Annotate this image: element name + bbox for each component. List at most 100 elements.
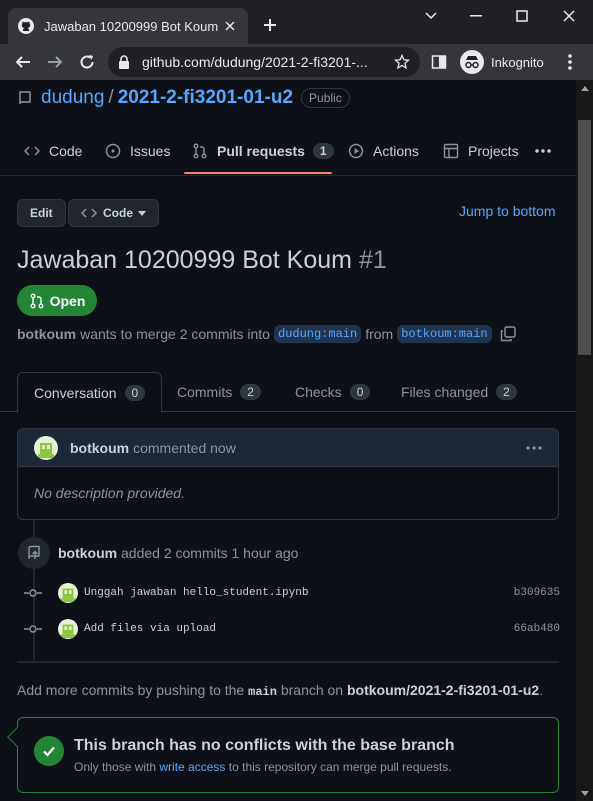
tab-commits[interactable]: Commits 2 — [177, 372, 261, 412]
hint-middle: branch on — [280, 682, 344, 698]
nav-actions[interactable]: Actions — [348, 126, 419, 176]
tab-files-changed-label: Files changed — [401, 384, 489, 400]
tab-files-changed[interactable]: Files changed 2 — [401, 372, 517, 412]
avatar[interactable] — [58, 583, 78, 603]
repo-nav: Code Issues Pull requests 1 Actions Proj… — [0, 126, 576, 176]
pr-meta: botkoum wants to merge 2 commits into du… — [17, 325, 516, 343]
back-icon[interactable] — [12, 51, 34, 73]
copy-icon[interactable] — [500, 326, 516, 342]
tab-checks-label: Checks — [295, 384, 342, 400]
address-bar[interactable]: github.com/dudung/2021-2-fi3201-... — [108, 47, 420, 77]
merge-status-box: This branch has no conflicts with the ba… — [7, 717, 559, 793]
scrollbar-thumb[interactable] — [578, 120, 591, 355]
hint-suffix: . — [539, 682, 544, 698]
table-icon — [443, 143, 459, 159]
scroll-down-icon[interactable] — [576, 785, 593, 801]
hint-repo-link[interactable]: botkoum/2021-2-fi3201-01-u2 — [347, 682, 539, 698]
commit-message-link[interactable]: Unggah jawaban hello_student.ipynb — [84, 587, 514, 599]
timeline-text: added 2 commits 1 hour ago — [121, 545, 299, 561]
code-dropdown-button[interactable]: Code — [68, 199, 159, 227]
nav-projects-label: Projects — [468, 143, 519, 159]
reload-icon[interactable] — [76, 51, 98, 73]
head-branch[interactable]: botkoum:main — [397, 325, 492, 343]
commit-sha-link[interactable]: b309635 — [514, 587, 560, 599]
edit-button[interactable]: Edit — [17, 199, 66, 227]
hint-prefix: Add more commits by pushing to the — [17, 682, 245, 698]
nav-selected-underline — [184, 172, 332, 174]
pr-state-badge: Open — [17, 285, 97, 316]
pull-request-icon — [192, 143, 208, 159]
issue-icon — [105, 143, 121, 159]
tab-conversation[interactable]: Conversation 0 — [17, 372, 163, 413]
merge-text-2: from — [365, 326, 394, 342]
merge-status-title: This branch has no conflicts with the ba… — [74, 737, 455, 754]
browser-tab[interactable]: Jawaban 10200999 Bot Koum by — [8, 8, 248, 44]
lock-icon[interactable] — [118, 55, 132, 69]
repo-header: dudung / 2021-2-fi3201-01-u2 Public — [17, 87, 350, 109]
play-icon — [348, 143, 364, 159]
base-branch[interactable]: dudung:main — [273, 325, 362, 343]
tab-commits-count: 2 — [240, 384, 261, 400]
hint-branch: main — [248, 685, 277, 699]
comment-timestamp[interactable]: commented now — [133, 440, 526, 456]
repo-name-link[interactable]: 2021-2-fi3201-01-u2 — [118, 87, 293, 109]
nav-issues-label: Issues — [130, 143, 171, 159]
add-commits-hint: Add more commits by pushing to the main … — [17, 682, 543, 699]
repo-icon — [17, 90, 33, 106]
commit-node-icon — [24, 585, 42, 601]
repo-push-icon — [18, 537, 50, 569]
pr-title-text: Jawaban 10200999 Bot Koum — [17, 246, 352, 274]
comment-author-link[interactable]: botkoum — [70, 440, 129, 456]
forward-icon[interactable] — [44, 51, 66, 73]
comment-options-icon[interactable] — [526, 440, 542, 456]
new-tab-icon[interactable] — [260, 15, 280, 35]
write-access-link[interactable]: write access — [159, 760, 225, 774]
nav-projects[interactable]: Projects — [443, 126, 519, 176]
comment-body: No description provided. — [34, 485, 185, 501]
repo-owner-link[interactable]: dudung — [41, 87, 104, 109]
scroll-up-icon[interactable] — [576, 80, 593, 96]
avatar[interactable] — [34, 435, 58, 460]
tab-close-icon[interactable] — [222, 18, 238, 34]
pr-title: Jawaban 10200999 Bot Koum #1 — [17, 246, 387, 275]
repo-separator: / — [108, 87, 114, 108]
visibility-badge: Public — [301, 88, 350, 108]
browser-menu-icon[interactable] — [562, 54, 578, 70]
pr-tabs: Conversation 0 Commits 2 Checks 0 Files … — [0, 372, 576, 413]
tab-checks[interactable]: Checks 0 — [295, 372, 371, 412]
more-horizontal-icon[interactable] — [533, 143, 553, 159]
commit-row: Add files via upload 66ab480 — [24, 619, 560, 639]
jump-to-bottom-link[interactable]: Jump to bottom — [459, 203, 556, 219]
incognito-indicator[interactable]: Inkognito — [460, 50, 544, 74]
pull-request-icon — [29, 293, 45, 309]
commit-sha-link[interactable]: 66ab480 — [514, 623, 560, 635]
tab-commits-label: Commits — [177, 384, 233, 400]
chevron-down-icon[interactable] — [420, 6, 442, 26]
merge-sub-suffix: to this repository can merge pull reques… — [228, 760, 452, 774]
incognito-label: Inkognito — [491, 54, 544, 70]
nav-pull-requests[interactable]: Pull requests 1 — [192, 126, 334, 176]
code-dropdown-label: Code — [103, 206, 133, 220]
bookmark-star-icon[interactable] — [394, 54, 410, 70]
github-favicon-icon — [18, 18, 34, 34]
maximize-icon[interactable] — [511, 6, 533, 26]
nav-pull-requests-label: Pull requests — [217, 143, 305, 159]
page-scrollbar[interactable] — [576, 80, 593, 801]
tab-files-changed-count: 2 — [496, 384, 517, 400]
side-panel-icon[interactable] — [431, 54, 447, 70]
timeline-author-link[interactable]: botkoum — [58, 545, 117, 561]
window-close-icon[interactable] — [558, 6, 580, 26]
minimize-icon[interactable] — [465, 6, 487, 26]
commit-message-link[interactable]: Add files via upload — [84, 623, 514, 635]
pr-number: #1 — [358, 246, 387, 274]
nav-issues[interactable]: Issues — [105, 126, 170, 176]
merge-status-subtitle: Only those with write access to this rep… — [74, 760, 452, 774]
avatar[interactable] — [58, 619, 78, 639]
merge-sub-prefix: Only those with — [74, 760, 157, 774]
github-page: dudung / 2021-2-fi3201-01-u2 Public Code… — [0, 80, 576, 801]
pr-author-link[interactable]: botkoum — [17, 326, 76, 342]
nav-code[interactable]: Code — [24, 126, 82, 176]
commit-row: Unggah jawaban hello_student.ipynb b3096… — [24, 583, 560, 603]
pull-requests-count: 1 — [312, 143, 334, 159]
browser-tab-title: Jawaban 10200999 Bot Koum by — [44, 18, 222, 34]
